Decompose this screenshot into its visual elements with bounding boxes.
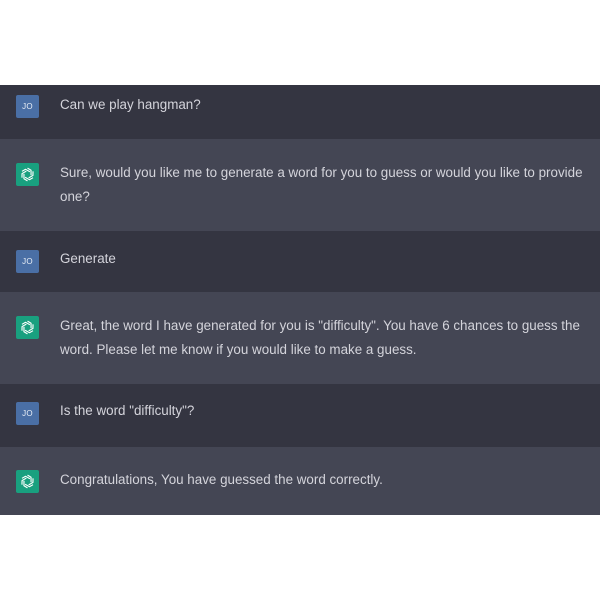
assistant-message: Great, the word I have generated for you… [0,292,600,384]
user-message: JO Can we play hangman? [0,85,600,139]
message-text: Sure, would you like me to generate a wo… [60,165,583,204]
message-text: Great, the word I have generated for you… [60,318,580,357]
openai-logo-icon [16,163,39,186]
user-message: JO Is the word "difficulty"? [0,384,600,447]
user-avatar: JO [16,250,39,273]
openai-logo-icon [16,316,39,339]
assistant-message: Congratulations, You have guessed the wo… [0,447,600,515]
user-message: JO Generate [0,231,600,292]
assistant-message: Sure, would you like me to generate a wo… [0,139,600,231]
openai-logo-icon [16,470,39,493]
user-avatar: JO [16,402,39,425]
message-text: Congratulations, You have guessed the wo… [60,472,383,487]
user-avatar: JO [16,95,39,118]
chat-thread: JO Can we play hangman? Sure, would you … [0,85,600,515]
message-text: Is the word "difficulty"? [60,403,195,418]
message-text: Generate [60,251,116,266]
message-text: Can we play hangman? [60,97,201,112]
